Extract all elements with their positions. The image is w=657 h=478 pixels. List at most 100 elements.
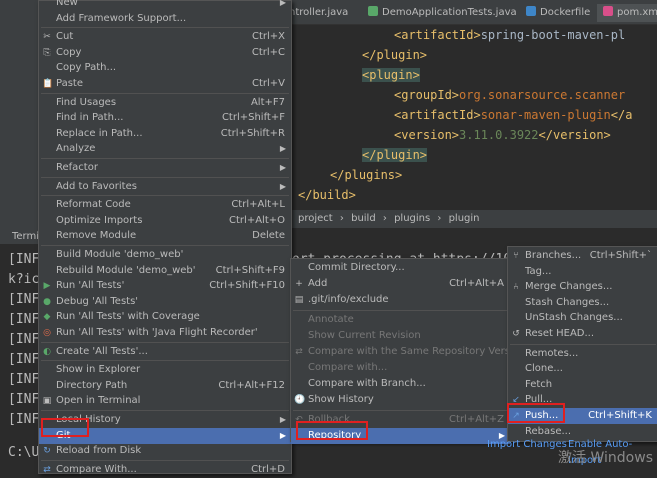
menu-item-label: Find Usages (56, 96, 117, 108)
breadcrumb-item[interactable]: plugin (449, 213, 480, 224)
menu-item-refactor[interactable]: Refactor ▶ (39, 160, 291, 176)
menu-item-reload-from-disk[interactable]: ↻ Reload from Disk (39, 443, 291, 459)
menu-item-copy-path[interactable]: Copy Path... (39, 60, 291, 76)
menu-item-cut[interactable]: ✂ Cut Ctrl+X (39, 29, 291, 45)
breadcrumb-item[interactable]: build (351, 213, 376, 224)
menu-item-merge-changes[interactable]: ⑃ Merge Changes... (508, 279, 657, 295)
push-highlight-box (507, 403, 565, 423)
menu-item-reset-head[interactable]: ↺ Reset HEAD... (508, 326, 657, 342)
terminal-line: [INF (8, 332, 40, 347)
menu-item-icon: ▣ (42, 396, 52, 407)
submenu-arrow-icon: ▶ (279, 0, 286, 7)
menu-separator (41, 245, 289, 246)
menu-item-stash-changes[interactable]: Stash Changes... (508, 295, 657, 311)
menu-separator (41, 27, 289, 29)
menu-item-label: Run 'All Tests' with Coverage (56, 311, 200, 323)
tab-controller[interactable]: ntroller.java (283, 4, 354, 22)
menu-item-show-in-explorer[interactable]: Show in Explorer (39, 362, 291, 378)
menu-item-find-usages[interactable]: Find Usages Alt+F7 (39, 95, 291, 111)
menu-item-add-to-favorites[interactable]: Add to Favorites ▶ (39, 179, 291, 195)
menu-item-open-in-terminal[interactable]: ▣ Open in Terminal (39, 393, 291, 409)
code-line: <artifactId>spring-boot-maven-pl (394, 25, 625, 45)
menu-item-replace-in-path[interactable]: Replace in Path... Ctrl+Shift+R (39, 126, 291, 142)
menu-item-label: Create 'All Tests'... (56, 345, 148, 357)
menu-item-paste[interactable]: 📋 Paste Ctrl+V (39, 76, 291, 92)
menu-item-commit-directory[interactable]: Commit Directory... (291, 260, 510, 276)
tab-dockerfile-label: Dockerfile (540, 7, 591, 18)
menu-item-shortcut: Ctrl+C (251, 46, 285, 58)
tab-demo-tests-label: DemoApplicationTests.java (382, 7, 517, 18)
code-token: spring-boot-maven-pl (480, 28, 626, 42)
terminal-line: C:\U (8, 445, 40, 460)
submenu-arrow-icon: ▶ (279, 415, 286, 424)
breadcrumb-separator: › (437, 213, 442, 224)
menu-item-tag[interactable]: Tag... (508, 264, 657, 280)
terminal-label: Termi (12, 231, 40, 242)
menu-item-label: Commit Directory... (308, 262, 405, 273)
menu-item-analyze[interactable]: Analyze ▶ (39, 141, 291, 157)
terminal-line: [INF (8, 372, 40, 387)
menu-item-run-all-tests-with-coverage[interactable]: ◆ Run 'All Tests' with Coverage (39, 309, 291, 325)
tab-demo-tests[interactable]: DemoApplicationTests.java (362, 4, 523, 22)
menu-item-shortcut: Ctrl+X (251, 31, 285, 43)
menu-item-compare-with[interactable]: ⇄ Compare With... Ctrl+D (39, 462, 291, 478)
code-editor[interactable]: <artifactId>spring-boot-maven-pl </plugin… (290, 25, 657, 210)
menu-item-label: Refactor (56, 162, 98, 173)
menu-item-new[interactable]: New ▶ (39, 0, 291, 11)
code-token: <groupId> (394, 88, 460, 102)
menu-item-copy[interactable]: ⎘ Copy Ctrl+C (39, 45, 291, 61)
tab-dockerfile[interactable]: Dockerfile (520, 4, 596, 22)
menu-separator (293, 410, 508, 411)
breadcrumb-item[interactable]: project (298, 213, 333, 224)
menu-separator (510, 343, 656, 345)
menu-item-label: Reformat Code (56, 199, 131, 211)
menu-item-icon: ⑃ (513, 282, 519, 293)
menu-item-label: Directory Path (56, 379, 128, 391)
menu-item-branches[interactable]: ⑂ Branches... Ctrl+Shift+` (508, 248, 657, 264)
tab-pom[interactable]: pom.xml (597, 4, 657, 22)
menu-item-remotes[interactable]: Remotes... (508, 346, 657, 362)
code-token: </plugin> (362, 48, 428, 62)
menu-item-icon: ⇄ (295, 347, 303, 357)
context-menu: New ▶ Add Framework Support... ✂ Cut Ctrl+X ⎘ C… (38, 0, 292, 475)
menu-item-icon: ↻ (43, 446, 51, 457)
menu-item-run-all-tests-with-java-flight-recorder[interactable]: ◎ Run 'All Tests' with 'Java Flight Recor… (39, 325, 291, 341)
menu-item-compare-with-branch[interactable]: Compare with Branch... (291, 376, 510, 392)
menu-item-fetch[interactable]: Fetch (508, 377, 657, 393)
menu-item-label: Add (308, 278, 328, 289)
menu-item-icon: ✂ (43, 32, 51, 43)
menu-item-label: Remove Module (56, 230, 137, 242)
code-token: org.sonarsource.scanner (459, 88, 626, 102)
menu-item-rebuild-module-demo-web[interactable]: Rebuild Module 'demo_web' Ctrl+Shift+F9 (39, 263, 291, 279)
menu-item-show-history[interactable]: 🕘 Show History (291, 392, 510, 408)
tab-controller-label: ntroller.java (289, 7, 349, 18)
code-token: </plugins> (330, 168, 403, 182)
menu-item-find-in-path[interactable]: Find in Path... Ctrl+Shift+F (39, 110, 291, 126)
menu-item-create-all-tests[interactable]: ◐ Create 'All Tests'... (39, 344, 291, 360)
menu-item-unstash-changes[interactable]: UnStash Changes... (508, 310, 657, 326)
menu-item-icon: ↺ (512, 329, 520, 339)
menu-item-build-module-demo-web[interactable]: Build Module 'demo_web' (39, 247, 291, 263)
code-line: <artifactId>sonar-maven-plugin</a (394, 105, 632, 125)
menu-item-label: Add Framework Support... (56, 12, 187, 24)
menu-item-icon: ⎘ (43, 47, 51, 58)
menu-item-clone[interactable]: Clone... (508, 361, 657, 377)
menu-item-remove-module[interactable]: Remove Module Delete (39, 228, 291, 244)
menu-item-label: Compare With... (56, 463, 137, 475)
menu-item-directory-path[interactable]: Directory Path Ctrl+Alt+F12 (39, 378, 291, 394)
menu-item-reformat-code[interactable]: Reformat Code Ctrl+Alt+L (39, 197, 291, 213)
menu-item-label: New (56, 0, 78, 8)
menu-separator (293, 310, 508, 311)
submenu-arrow-icon: ▶ (279, 144, 286, 154)
menu-item-add[interactable]: + Add Ctrl+Alt+A (291, 276, 510, 292)
breadcrumb-item[interactable]: plugins (394, 213, 430, 224)
menu-item-run-all-tests[interactable]: ▶ Run 'All Tests' Ctrl+Shift+F10 (39, 278, 291, 294)
menu-item-shortcut: Ctrl+Alt+Z (449, 414, 504, 425)
menu-item-add-framework-support[interactable]: Add Framework Support... (39, 11, 291, 27)
menu-item-git-info-exclude[interactable]: ▤ .git/info/exclude (291, 292, 510, 308)
menu-item-annotate: Annotate (291, 312, 510, 328)
menu-item-optimize-imports[interactable]: Optimize Imports Ctrl+Alt+O (39, 213, 291, 229)
import-changes-link[interactable]: Import Changes (487, 437, 567, 453)
git-submenu: Commit Directory... + Add Ctrl+Alt+A ▤ .git/i… (290, 258, 525, 444)
menu-item-debug-all-tests[interactable]: ● Debug 'All Tests' (39, 294, 291, 310)
